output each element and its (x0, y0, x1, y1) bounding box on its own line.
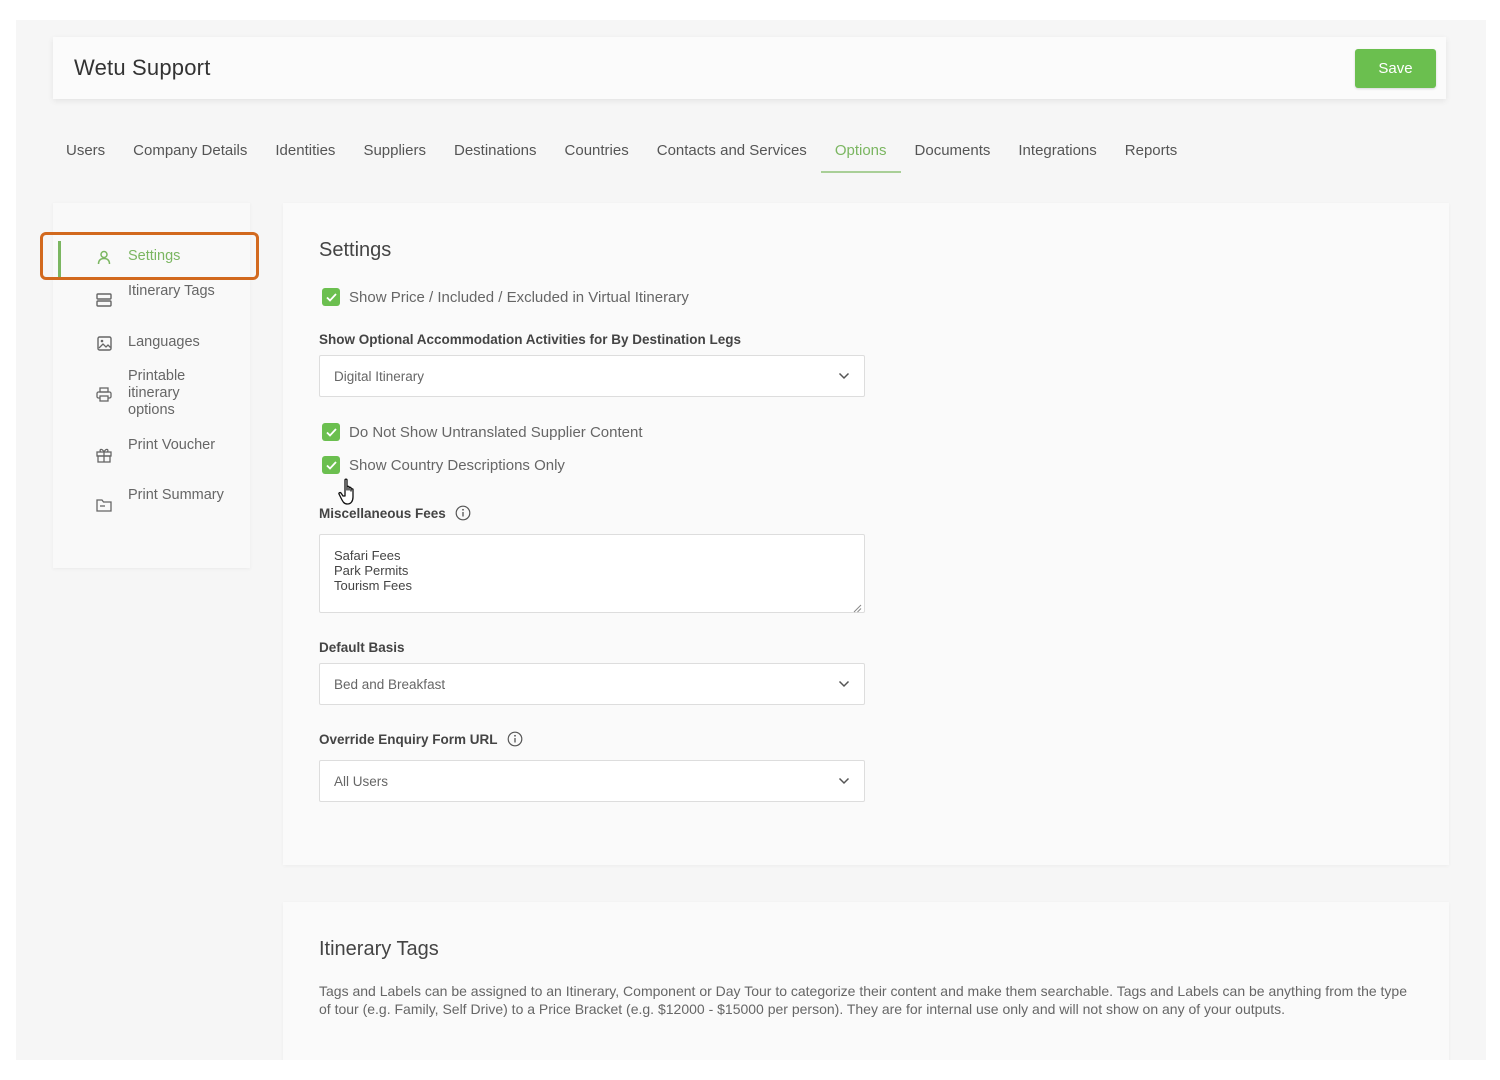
section-title-itinerary-tags: Itinerary Tags (319, 938, 439, 960)
gift-icon (95, 446, 113, 464)
chevron-down-icon (838, 772, 850, 790)
resize-handle-icon[interactable] (853, 601, 862, 613)
select-value: All Users (334, 773, 389, 789)
tab-documents[interactable]: Documents (901, 128, 1005, 173)
image-icon (95, 334, 113, 352)
override-url-select[interactable]: All Users (319, 760, 865, 802)
checkbox-checked-icon (322, 288, 340, 306)
info-icon[interactable] (455, 505, 471, 521)
sidebar-item-label: Printable itinerary options (128, 368, 186, 418)
tab-suppliers[interactable]: Suppliers (349, 128, 440, 173)
textarea-line: Park Permits (334, 563, 409, 578)
info-icon[interactable] (507, 731, 523, 747)
textarea-line: Safari Fees (334, 548, 401, 563)
field-label-text: Override Enquiry Form URL (319, 731, 498, 747)
tags-icon (95, 291, 113, 309)
save-button[interactable]: Save (1355, 48, 1436, 88)
main-tabs: Users Company Details Identities Supplie… (52, 128, 1191, 174)
textarea-line: Tourism Fees (334, 578, 413, 593)
tab-company-details[interactable]: Company Details (119, 128, 261, 173)
country-descriptions-checkbox[interactable]: Show Country Descriptions Only (322, 456, 565, 474)
checkbox-checked-icon (322, 456, 340, 474)
override-url-label: Override Enquiry Form URL (319, 731, 523, 747)
tab-destinations[interactable]: Destinations (440, 128, 551, 173)
chevron-down-icon (838, 367, 850, 385)
field-label-text: Default Basis (319, 640, 405, 655)
tab-reports[interactable]: Reports (1111, 128, 1192, 173)
checkbox-label: Do Not Show Untranslated Supplier Conten… (349, 423, 643, 441)
chevron-down-icon (838, 675, 850, 693)
sidebar-item-label: Itinerary Tags (128, 283, 215, 299)
checkbox-label: Show Country Descriptions Only (349, 456, 565, 474)
sidebar-item-label: Settings (128, 248, 181, 264)
show-optional-select[interactable]: Digital Itinerary (319, 355, 865, 397)
user-icon (95, 248, 113, 266)
select-value: Bed and Breakfast (334, 676, 446, 692)
sidebar-item-label: Print Voucher (128, 437, 216, 453)
show-price-checkbox[interactable]: Show Price / Included / Excluded in Virt… (322, 288, 689, 306)
default-basis-label: Default Basis (319, 640, 405, 655)
checkbox-checked-icon (322, 423, 340, 441)
tab-identities[interactable]: Identities (261, 128, 349, 173)
misc-fees-label: Miscellaneous Fees (319, 505, 471, 521)
field-label-text: Show Optional Accommodation Activities f… (319, 332, 742, 347)
app-title: Wetu Support (74, 55, 211, 80)
section-title-settings: Settings (319, 239, 392, 261)
tab-users[interactable]: Users (52, 128, 119, 173)
default-basis-select[interactable]: Bed and Breakfast (319, 663, 865, 705)
settings-panel: Settings Show Price / Included / Exclude… (283, 203, 1449, 865)
tab-countries[interactable]: Countries (551, 128, 643, 173)
select-value: Digital Itinerary (334, 368, 425, 384)
tab-contacts-and-services[interactable]: Contacts and Services (643, 128, 821, 173)
tab-integrations[interactable]: Integrations (1004, 128, 1110, 173)
field-label-text: Miscellaneous Fees (319, 505, 446, 521)
show-optional-label: Show Optional Accommodation Activities f… (319, 332, 741, 347)
untranslated-checkbox[interactable]: Do Not Show Untranslated Supplier Conten… (322, 423, 643, 441)
itinerary-tags-panel: Itinerary Tags Tags and Labels can be as… (283, 902, 1449, 1060)
options-sidebar: Settings Itinerary Tags Languages Printa… (53, 203, 250, 568)
folder-icon (95, 496, 113, 514)
misc-fees-textarea[interactable]: Safari Fees Park Permits Tourism Fees (319, 534, 865, 613)
app-frame: Wetu Support Save Users Company Details … (16, 20, 1486, 1060)
itinerary-tags-description: Tags and Labels can be assigned to an It… (319, 983, 1408, 1017)
printer-icon (95, 385, 113, 403)
tab-options[interactable]: Options (820, 128, 901, 173)
header-bar: Wetu Support Save (53, 37, 1446, 99)
sidebar-item-label: Print Summary (128, 487, 224, 503)
sidebar-item-label: Languages (128, 334, 200, 350)
checkbox-label: Show Price / Included / Excluded in Virt… (349, 288, 689, 306)
